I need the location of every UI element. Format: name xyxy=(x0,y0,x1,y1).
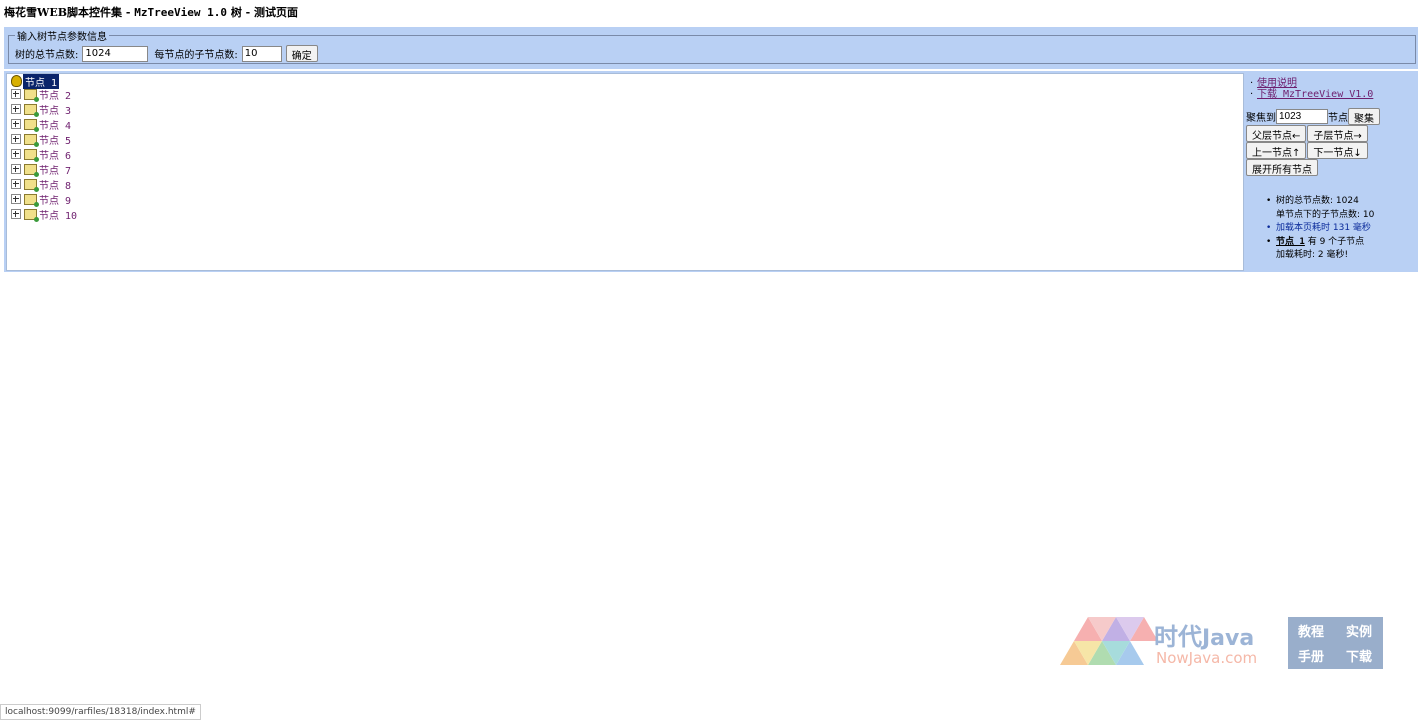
focus-prefix: 聚焦到 xyxy=(1246,113,1276,124)
logo-brand-cn: 时代 xyxy=(1154,623,1202,651)
tree-node-label[interactable]: 节点 9 xyxy=(39,192,71,207)
folder-icon xyxy=(24,208,39,222)
status-url: localhost:9099/rarfiles/18318/index.html… xyxy=(5,707,196,717)
expand-all-button[interactable]: 展开所有节点 xyxy=(1246,159,1318,176)
logo-tag: 实例 xyxy=(1346,625,1373,640)
stat-children: 单节点下的子节点数: 10 xyxy=(1276,209,1375,220)
expand-all-row: 展开所有节点 xyxy=(1246,159,1318,176)
focus-node-input[interactable] xyxy=(1276,109,1328,124)
focus-button[interactable]: 聚集 xyxy=(1348,108,1380,125)
sibling-nav-row: 上一节点↑ 下一节点↓ xyxy=(1246,142,1368,159)
nowjava-logo: 时代Java NowJava.com 教程 实例 手册 下载 xyxy=(1060,617,1385,671)
tree-node[interactable]: 节点 3 xyxy=(11,102,71,117)
tree-node[interactable]: 节点 6 xyxy=(11,147,71,162)
root-icon xyxy=(11,75,22,87)
folder-icon xyxy=(24,193,39,207)
params-panel: 输入树节点参数信息 树的总节点数: 每节点的子节点数: 确定 xyxy=(4,27,1418,69)
children-per-node-label: 每节点的子节点数: xyxy=(154,50,238,61)
logo-tag: 手册 xyxy=(1298,650,1325,665)
logo-brand-en: Java xyxy=(1202,626,1255,651)
children-per-node-input[interactable] xyxy=(241,45,282,62)
tree-node-label[interactable]: 节点 6 xyxy=(39,147,71,162)
page-title-suffix: 树 - 测试页面 xyxy=(226,6,299,19)
tree-node[interactable]: 节点 4 xyxy=(11,117,71,132)
stat-node-time: 加载耗时: 2 毫秒! xyxy=(1276,250,1349,260)
focus-row: 聚焦到 节点 聚集 xyxy=(1246,108,1380,125)
expand-icon[interactable] xyxy=(11,194,21,204)
expand-icon[interactable] xyxy=(11,89,21,99)
tree-node-label[interactable]: 节点 8 xyxy=(39,177,71,192)
params-legend: 输入树节点参数信息 xyxy=(17,32,107,43)
folder-icon xyxy=(24,148,39,162)
confirm-button[interactable]: 确定 xyxy=(285,45,318,62)
tree-view: 节点 1 节点 2 节点 3 节点 4 节点 5 节点 6 节点 7 节点 8 … xyxy=(6,73,1244,271)
logo-tag: 下载 xyxy=(1346,650,1373,665)
stat-load-time: 加载本页耗时 131 毫秒 xyxy=(1276,223,1371,233)
logo-tag: 教程 xyxy=(1298,625,1325,640)
expand-icon[interactable] xyxy=(11,209,21,219)
logo-tags: 教程 实例 手册 下载 xyxy=(1298,621,1384,665)
tree-node[interactable]: 节点 5 xyxy=(11,132,71,147)
page-title: 梅花雪WEB脚本控件集 - MzTreeView 1.0 树 - 测试页面 xyxy=(4,4,298,20)
stat-node-name[interactable]: 节点 1 xyxy=(1276,237,1305,247)
parent-node-button[interactable]: 父层节点← xyxy=(1246,125,1307,142)
focus-suffix: 节点 xyxy=(1328,113,1348,124)
child-node-button[interactable]: 子层节点→ xyxy=(1307,125,1368,142)
params-fieldset: 输入树节点参数信息 树的总节点数: 每节点的子节点数: 确定 xyxy=(8,28,1416,64)
folder-icon xyxy=(24,133,39,147)
stat-item: 节点 1 有 9 个子节点 加载耗时: 2 毫秒! xyxy=(1264,236,1414,263)
download-link-row: · 下载 MzTreeView V1.0 xyxy=(1250,85,1373,100)
tree-node[interactable]: 节点 7 xyxy=(11,162,71,177)
stat-total: 树的总节点数: 1024 xyxy=(1276,196,1359,206)
main-area: 节点 1 节点 2 节点 3 节点 4 节点 5 节点 6 节点 7 节点 8 … xyxy=(4,71,1418,272)
download-link[interactable]: 下载 MzTreeView V1.0 xyxy=(1257,89,1373,100)
folder-icon xyxy=(24,178,39,192)
total-nodes-label: 树的总节点数: xyxy=(15,50,79,61)
expand-icon[interactable] xyxy=(11,179,21,189)
page-title-prefix: 梅花雪WEB脚本控件集 - xyxy=(4,6,135,19)
tree-node[interactable]: 节点 9 xyxy=(11,192,71,207)
folder-icon xyxy=(24,163,39,177)
expand-icon[interactable] xyxy=(11,119,21,129)
expand-icon[interactable] xyxy=(11,149,21,159)
params-row: 树的总节点数: 每节点的子节点数: 确定 xyxy=(15,45,1409,62)
bullet: · xyxy=(1250,89,1254,100)
expand-icon[interactable] xyxy=(11,104,21,114)
logo-brand: 时代Java xyxy=(1154,617,1254,652)
expand-icon[interactable] xyxy=(11,134,21,144)
folder-icon xyxy=(24,118,39,132)
side-panel: ·使用说明 ·下载 MzTreeView V1.0 聚焦到 节点 聚集 父层节点… xyxy=(1246,73,1416,269)
expand-icon[interactable] xyxy=(11,164,21,174)
stats-list: 树的总节点数: 1024 单节点下的子节点数: 10 加载本页耗时 131 毫秒… xyxy=(1264,195,1414,263)
folder-icon xyxy=(24,103,39,117)
logo-domain: NowJava.com xyxy=(1156,649,1258,667)
tree-node-label[interactable]: 节点 3 xyxy=(39,102,71,117)
level-nav-row: 父层节点← 子层节点→ xyxy=(1246,125,1368,142)
next-node-button[interactable]: 下一节点↓ xyxy=(1307,142,1368,159)
total-nodes-input[interactable] xyxy=(82,45,149,62)
prev-node-button[interactable]: 上一节点↑ xyxy=(1246,142,1307,159)
tree-node-label[interactable]: 节点 7 xyxy=(39,162,71,177)
page-title-product: MzTreeView 1.0 xyxy=(134,6,227,19)
stat-item: 树的总节点数: 1024 单节点下的子节点数: 10 xyxy=(1264,195,1414,222)
stat-item: 加载本页耗时 131 毫秒 xyxy=(1264,222,1414,236)
tree-node-label[interactable]: 节点 4 xyxy=(39,117,71,132)
stat-node-has: 有 9 个子节点 xyxy=(1304,236,1365,247)
tree-node-label[interactable]: 节点 10 xyxy=(39,207,77,222)
tree-node[interactable]: 节点 2 xyxy=(11,87,71,102)
tree-node-label[interactable]: 节点 2 xyxy=(39,87,71,102)
tree-node[interactable]: 节点 10 xyxy=(11,207,77,222)
folder-icon xyxy=(24,88,39,102)
tree-node[interactable]: 节点 8 xyxy=(11,177,71,192)
tree-node-label[interactable]: 节点 5 xyxy=(39,132,71,147)
